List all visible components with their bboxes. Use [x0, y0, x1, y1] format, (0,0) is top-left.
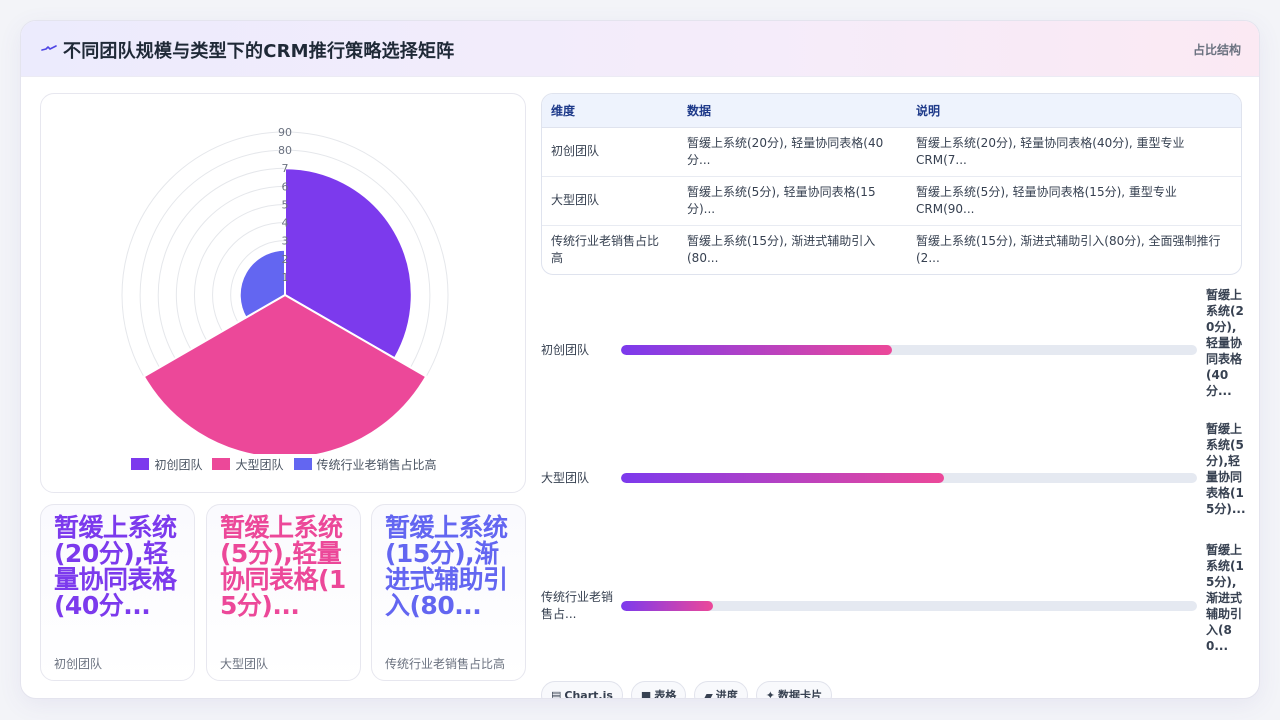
legend-label: 大型团队 [235, 457, 284, 472]
progress-label: 初创团队 [541, 343, 590, 357]
legend-label: 初创团队 [154, 457, 203, 472]
legend-swatch [212, 458, 231, 470]
chip-label: 数据卡片 [778, 689, 823, 699]
progress-value: 暂缓上系统(15分),渐进式辅助引入(80... [1206, 543, 1244, 653]
stat-value: 暂缓上系统(5分),轻量协同表格(15分)... [220, 513, 346, 620]
progress-label: 传统行业老销售占... [541, 590, 614, 621]
chip-label: 进度 [715, 689, 738, 699]
legend-swatch [293, 458, 312, 470]
table-icon: ■ [640, 688, 652, 699]
progress-row-large: 大型团队 暂缓上系统(5分),轻量协同表格(15分)... [541, 421, 1259, 535]
legend-item-traditional[interactable]: 传统行业老销售占比高 [293, 456, 437, 472]
r-tick-label: 4 [282, 217, 289, 230]
sparkle-icon: ✦ [765, 688, 776, 699]
progress-track [621, 601, 1197, 611]
r-tick-label: 90 [278, 126, 292, 139]
progress-value: 暂缓上系统(20分),轻量协同表格(40分... [1206, 288, 1244, 398]
r-tick-label: 80 [278, 144, 292, 157]
progress-row-startup: 初创团队 暂缓上系统(20分),轻量协同表格(40分... [541, 287, 1259, 417]
progress-fill [621, 473, 944, 483]
polar-chart-svg: 1 2 3 4 5 6 7 80 90 [121, 126, 449, 454]
r-tick-label: 6 [282, 180, 289, 193]
chip-label: Chart.js [564, 688, 613, 699]
table-cell: 大型团队 [542, 176, 678, 226]
stat-card-traditional: 暂缓上系统(15分),渐进式辅助引入(80... 传统行业老销售占比高 [371, 504, 526, 681]
chip-table[interactable]: ■ 表格 [630, 681, 687, 699]
view-mode-label[interactable]: 占比结构 [1193, 41, 1241, 58]
column-header[interactable]: 维度 [542, 94, 678, 128]
stat-card-large: 暂缓上系统(5分),轻量协同表格(15分)... 大型团队 [206, 504, 361, 681]
stat-card-startup: 暂缓上系统(20分),轻量协同表格(40分... 初创团队 [40, 504, 195, 681]
progress-row-traditional: 传统行业老销售占... 暂缓上系统(15分),渐进式辅助引入(80... [541, 542, 1259, 672]
legend-label: 传统行业老销售占比高 [316, 457, 437, 472]
table-header-row: 维度 数据 说明 [542, 94, 1241, 128]
table-cell: 暂缓上系统(15分), 渐进式辅助引入(80... [687, 233, 876, 265]
chip-label: 表格 [654, 689, 677, 699]
progress-track [621, 473, 1197, 483]
dashboard-card: 不同团队规模与类型下的CRM推行策略选择矩阵 占比结构 1 2 3 4 5 6 7 80 90 … [20, 20, 1260, 699]
r-tick-label: 2 [282, 253, 289, 266]
stat-label: 初创团队 [54, 657, 103, 671]
progress-value: 暂缓上系统(5分),轻量协同表格(15分)... [1206, 422, 1246, 516]
view-chip-bar: ▤ Chart.js ■ 表格 ▰ 进度 ✦ 数据卡片 [541, 681, 833, 699]
table-cell: 传统行业老销售占比高 [551, 233, 660, 265]
stat-value: 暂缓上系统(15分),渐进式辅助引入(80... [385, 513, 508, 620]
legend-swatch [131, 458, 150, 470]
data-table: 维度 数据 说明 初创团队 暂缓上系统(20分), 轻量协同表格(40分... … [541, 93, 1242, 275]
table-cell: 初创团队 [542, 127, 678, 177]
progress-label: 大型团队 [541, 471, 590, 485]
stat-label: 传统行业老销售占比高 [385, 657, 506, 671]
chart-icon: ▤ [551, 688, 562, 699]
stat-value: 暂缓上系统(20分),轻量协同表格(40分... [54, 513, 177, 620]
pulse-line-icon [41, 45, 57, 51]
r-tick-label: 7 [282, 162, 289, 175]
column-header[interactable]: 数据 [678, 94, 907, 128]
progress-fill [621, 601, 714, 611]
page-title: 不同团队规模与类型下的CRM推行策略选择矩阵 [63, 41, 455, 62]
table-row[interactable]: 大型团队 暂缓上系统(5分), 轻量协同表格(15分)... 暂缓上系统(5分)… [542, 176, 1241, 226]
r-tick-label: 5 [282, 198, 289, 211]
polar-area-chart: 1 2 3 4 5 6 7 80 90 初创团队 大型团队 传统行业老销售占比高 [40, 93, 526, 493]
table-cell: 暂缓上系统(20分), 轻量协同表格(40分... [678, 127, 907, 177]
chip-data-cards[interactable]: ✦ 数据卡片 [755, 681, 833, 699]
r-tick-label: 3 [282, 235, 289, 248]
table-row[interactable]: 初创团队 暂缓上系统(20分), 轻量协同表格(40分... 暂缓上系统(20分… [542, 127, 1241, 177]
column-header[interactable]: 说明 [907, 94, 1241, 128]
progress-fill [621, 345, 892, 355]
table-cell: 暂缓上系统(20分), 轻量协同表格(40分), 重型专业CRM(7... [907, 127, 1241, 177]
header-bar: 不同团队规模与类型下的CRM推行策略选择矩阵 占比结构 [21, 21, 1259, 77]
table-cell: 暂缓上系统(15分), 渐进式辅助引入(80分), 全面强制推行(2... [916, 233, 1221, 265]
chart-legend: 初创团队 大型团队 传统行业老销售占比高 [41, 456, 527, 472]
legend-item-startup[interactable]: 初创团队 [131, 456, 202, 472]
legend-item-large[interactable]: 大型团队 [212, 456, 284, 472]
progress-track [621, 345, 1197, 355]
table-cell: 暂缓上系统(5分), 轻量协同表格(15分)... [678, 176, 907, 226]
chip-chartjs[interactable]: ▤ Chart.js [541, 681, 623, 699]
r-tick-label: 1 [282, 271, 289, 284]
progress-icon: ▰ [704, 688, 713, 699]
table-cell: 暂缓上系统(5分), 轻量协同表格(15分), 重型专业CRM(90... [907, 176, 1241, 226]
chip-progress[interactable]: ▰ 进度 [694, 681, 748, 699]
table-row[interactable]: 传统行业老销售占比高 暂缓上系统(15分), 渐进式辅助引入(80... 暂缓上… [542, 225, 1241, 274]
stat-label: 大型团队 [220, 657, 269, 671]
